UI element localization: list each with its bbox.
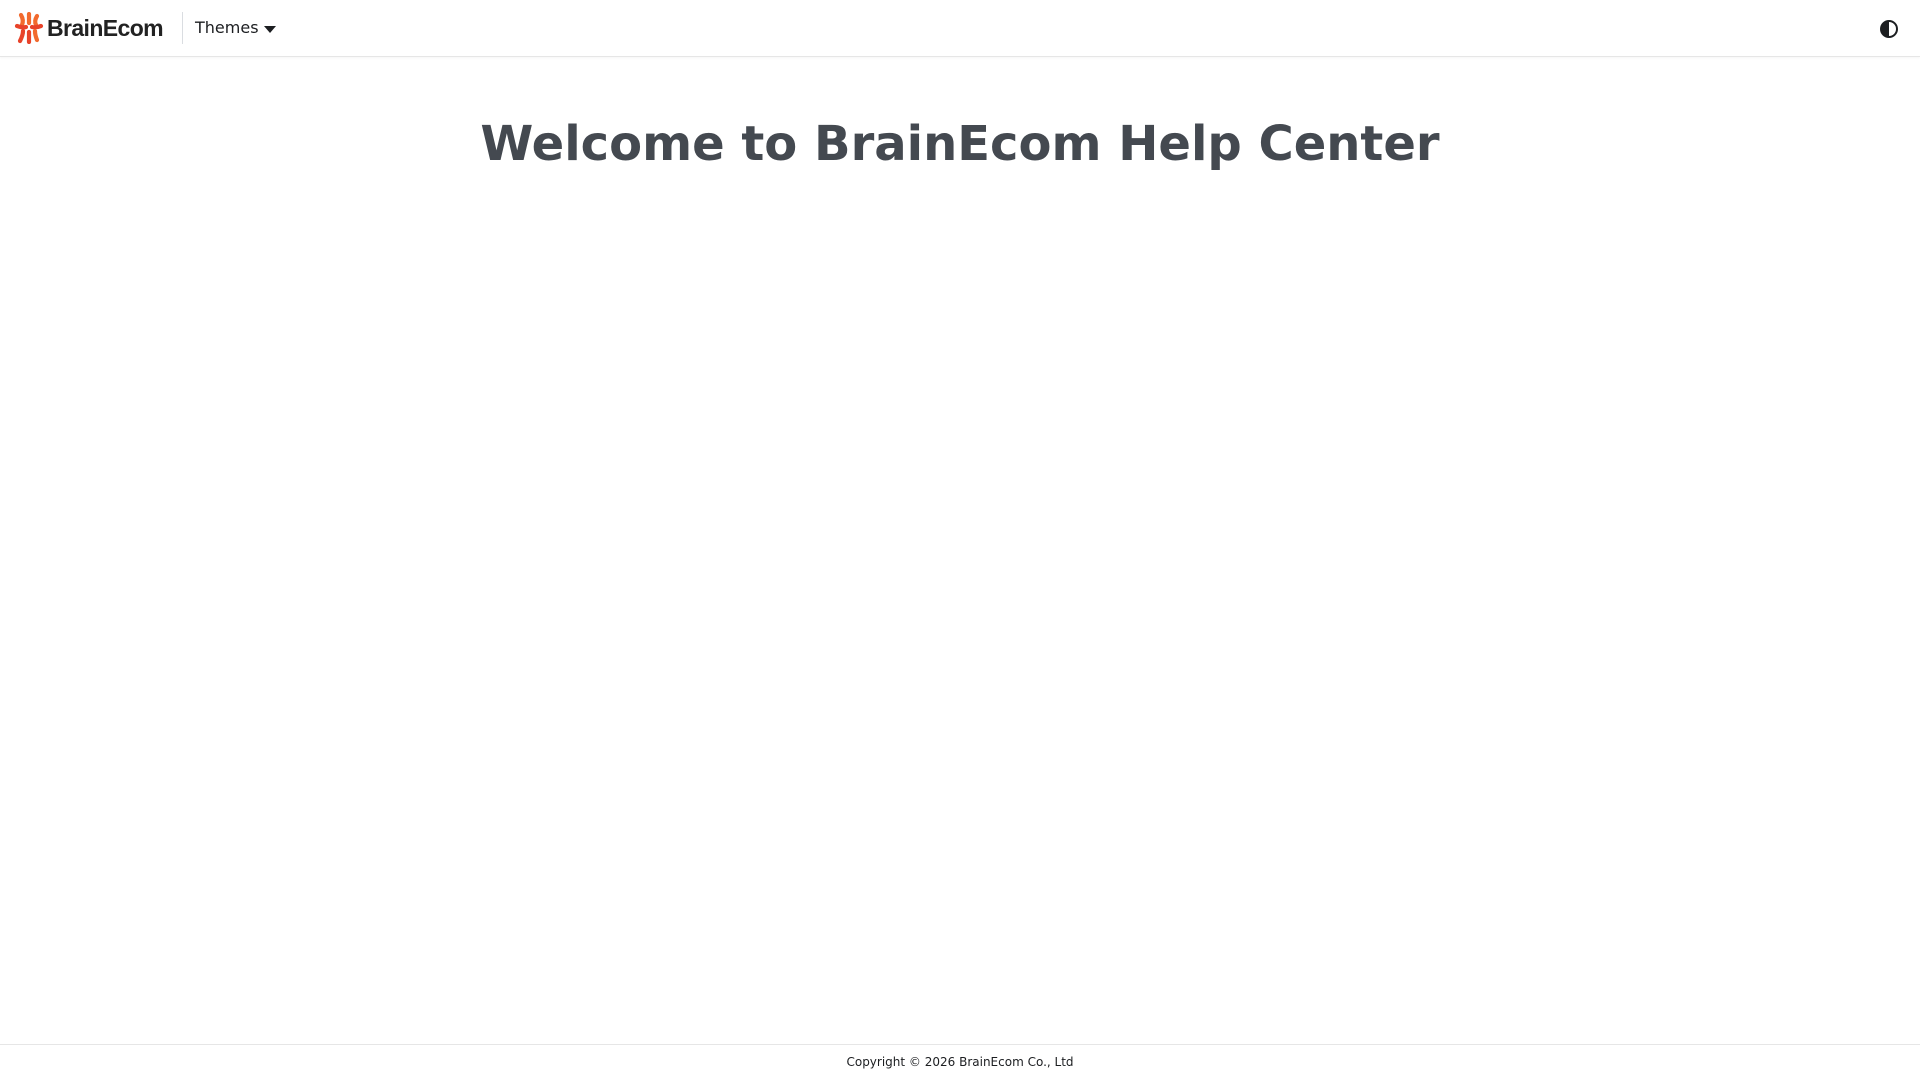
page-title: Welcome to BrainEcom Help Center [480, 116, 1440, 172]
brainecom-logo-icon [14, 12, 44, 44]
brand-logo-link[interactable]: BrainEcom [14, 12, 164, 44]
brand-name: BrainEcom [47, 15, 164, 41]
themes-dropdown-label: Themes [195, 18, 259, 37]
contrast-icon [1880, 20, 1898, 38]
nav-divider [182, 12, 183, 44]
caret-down-icon [263, 25, 276, 33]
top-navbar: BrainEcom Themes [0, 0, 1920, 57]
page-footer: Copyright © 2026 BrainEcom Co., Ltd [0, 1044, 1920, 1080]
themes-dropdown[interactable]: Themes [195, 14, 276, 42]
theme-toggle-button[interactable] [1876, 16, 1902, 42]
copyright-text: Copyright © 2026 BrainEcom Co., Ltd [846, 1055, 1074, 1069]
